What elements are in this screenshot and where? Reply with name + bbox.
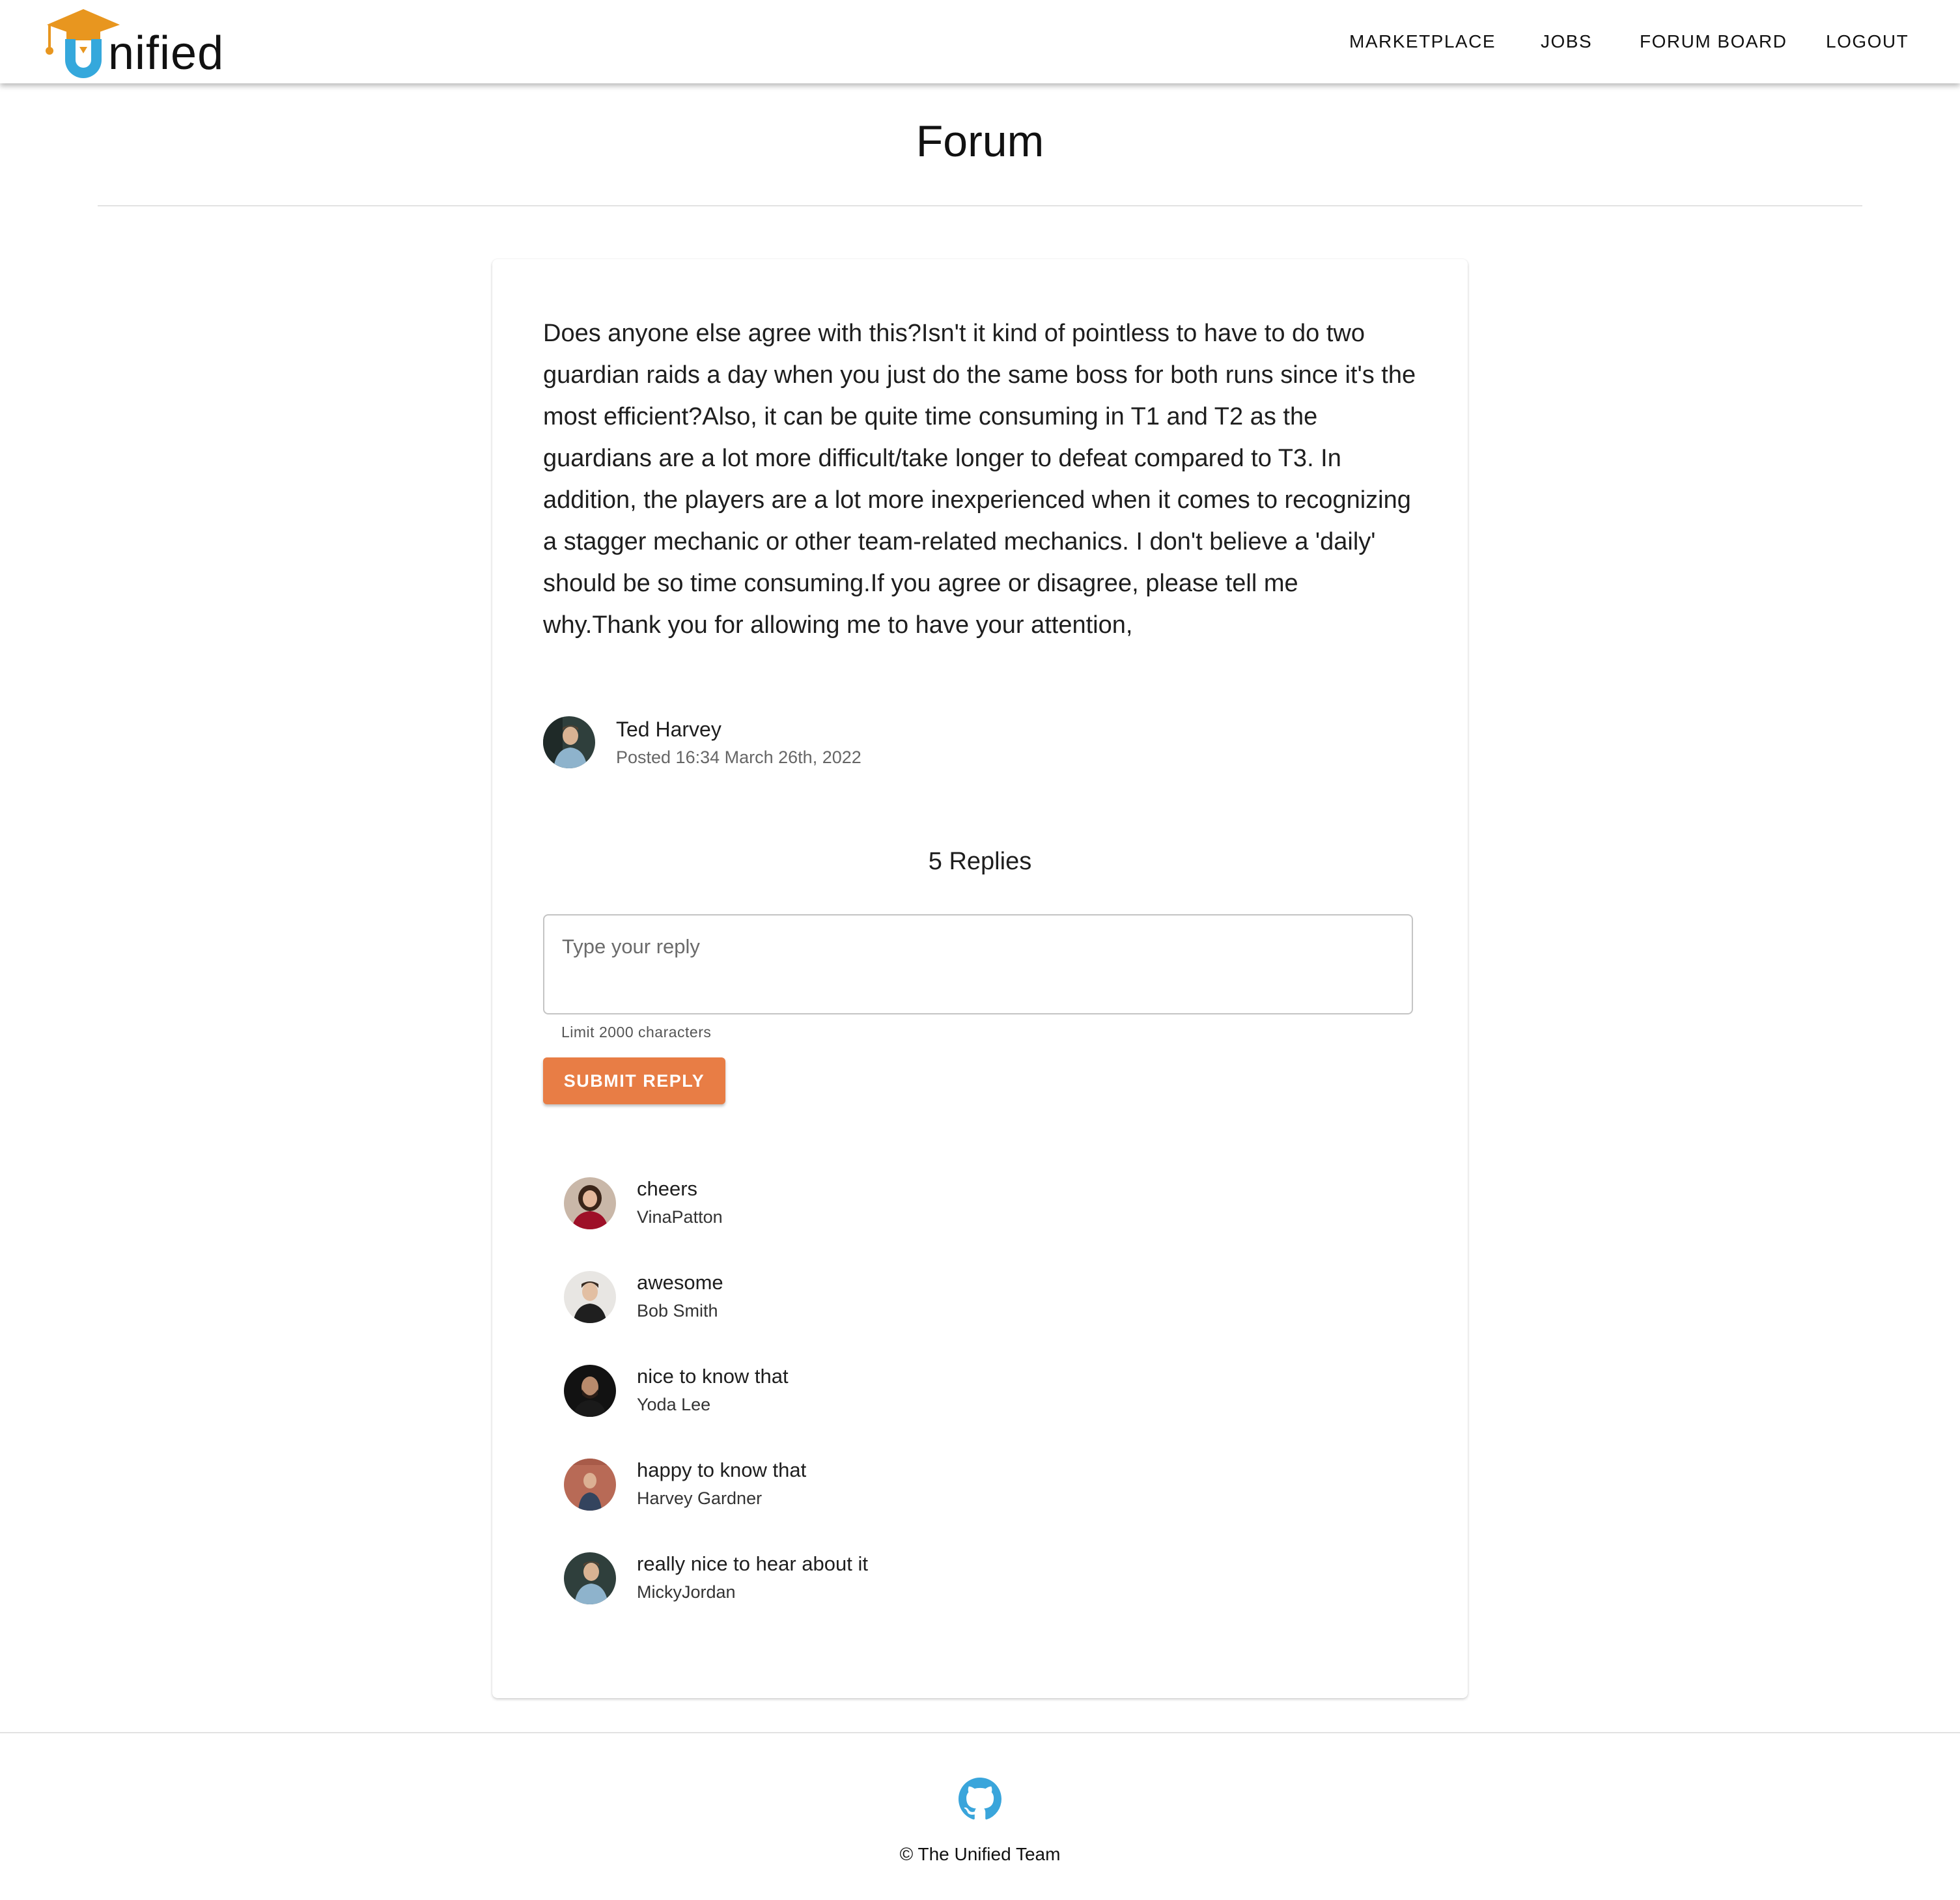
reply-item: awesome Bob Smith (564, 1271, 1150, 1330)
person-avatar-icon (564, 1365, 616, 1417)
replies-count: 5 Replies (928, 848, 1032, 875)
nav-marketplace[interactable]: MARKETPLACE (1349, 30, 1496, 53)
reply-item: cheers VinaPatton (564, 1177, 1150, 1236)
person-avatar-icon (564, 1177, 616, 1229)
footer-copyright: © The Unified Team (899, 1844, 1061, 1864)
reply-helper-text: Limit 2000 characters (561, 1024, 712, 1041)
person-avatar-icon (564, 1271, 616, 1323)
post-body: Does anyone else agree with this?Isn't i… (543, 320, 1416, 639)
author-name[interactable]: Ted Harvey (616, 716, 721, 742)
reply-input[interactable] (543, 914, 1413, 1014)
reply-avatar[interactable] (564, 1177, 616, 1229)
reply-avatar[interactable] (564, 1552, 616, 1604)
reply-item: nice to know that Yoda Lee (564, 1365, 1150, 1423)
reply-text: nice to know that (637, 1365, 789, 1388)
unified-logo[interactable]: nified (44, 7, 233, 78)
post-card: Does anyone else agree with this?Isn't i… (492, 259, 1468, 1698)
reply-avatar[interactable] (564, 1365, 616, 1417)
reply-avatar[interactable] (564, 1459, 616, 1511)
reply-author[interactable]: Yoda Lee (637, 1393, 710, 1416)
reply-author[interactable]: VinaPatton (637, 1206, 723, 1228)
reply-author[interactable]: Harvey Gardner (637, 1487, 762, 1509)
reply-text: awesome (637, 1271, 723, 1294)
reply-item: happy to know that Harvey Gardner (564, 1459, 1150, 1517)
submit-reply-button[interactable]: SUBMIT REPLY (543, 1057, 725, 1104)
title-divider (98, 205, 1862, 206)
nav-logout[interactable]: LOGOUT (1826, 30, 1909, 53)
reply-author[interactable]: MickyJordan (637, 1581, 736, 1603)
reply-text: happy to know that (637, 1459, 807, 1481)
app-bar: nified MARKETPLACE JOBS FORUM BOARD LOGO… (0, 0, 1960, 83)
github-icon[interactable] (959, 1778, 1001, 1821)
reply-text: cheers (637, 1177, 698, 1200)
post-author: Ted Harvey Posted 16:34 March 26th, 2022 (543, 716, 1129, 771)
person-avatar-icon (564, 1552, 616, 1604)
author-avatar[interactable] (543, 716, 595, 768)
reply-text: really nice to hear about it (637, 1552, 868, 1575)
post-date: Posted 16:34 March 26th, 2022 (616, 747, 861, 767)
logo-text: nified (108, 27, 225, 79)
reply-item: really nice to hear about it MickyJordan (564, 1552, 1150, 1611)
nav-forum-board[interactable]: FORUM BOARD (1640, 30, 1787, 53)
person-avatar-icon (564, 1459, 616, 1511)
reply-avatar[interactable] (564, 1271, 616, 1323)
nav-jobs[interactable]: JOBS (1541, 30, 1592, 53)
page-title: Forum (916, 117, 1044, 166)
reply-author[interactable]: Bob Smith (637, 1300, 718, 1322)
footer-divider (0, 1732, 1960, 1733)
person-avatar-icon (543, 716, 595, 768)
